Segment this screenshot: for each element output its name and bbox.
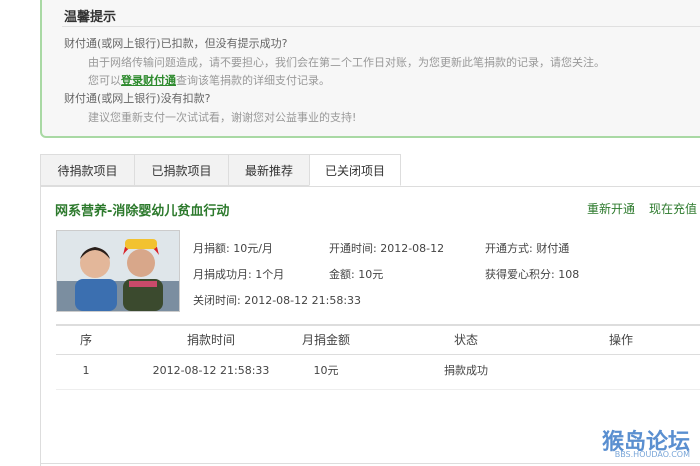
row-time: 2012-08-12 21:58:33 — [152, 364, 270, 377]
open-method: 开通方式: 财付通 — [485, 242, 570, 255]
header-time: 捐款时间 — [186, 333, 235, 347]
recharge-link[interactable]: 现在充值 — [649, 200, 697, 217]
login-tenpay-link[interactable]: 登录财付通 — [121, 74, 176, 87]
tip-answer-2-post: 查询该笔捐款的详细支付记录。 — [176, 74, 330, 87]
row-amount: 10元 — [313, 364, 339, 377]
tab-closed[interactable]: 已关闭项目 — [309, 154, 401, 186]
table-header: 序 捐款时间 月捐金额 状态 操作 — [56, 324, 700, 355]
success-months: 月捐成功月: 1个月 — [193, 268, 285, 281]
tip-box: 温馨提示 财付通(或网上银行)已扣款，但没有提示成功? 由于网络传输问题造成，请… — [40, 0, 700, 138]
table-row: 1 2012-08-12 21:58:33 10元 捐款成功 — [56, 353, 700, 390]
project-photo — [56, 230, 180, 312]
watermark-url: BBS.HOUDAO.COM — [614, 450, 690, 459]
tip-divider — [62, 26, 700, 27]
tip-title: 温馨提示 — [64, 10, 117, 25]
donation-amount: 金额: 10元 — [329, 268, 384, 281]
tip-answer-1: 由于网络传输问题造成，请不要担心，我们会在第二个工作日对账，为您更新此笔捐款的记… — [88, 56, 605, 69]
tip-answer-2-pre: 您可以 — [88, 74, 121, 87]
row-status: 捐款成功 — [444, 364, 488, 377]
header-no: 序 — [79, 333, 92, 347]
tip-answer-2: 您可以登录财付通查询该笔捐款的详细支付记录。 — [88, 72, 330, 88]
tab-pending[interactable]: 待捐款项目 — [40, 154, 135, 186]
project-title[interactable]: 网系营养-消除婴幼儿贫血行动 — [55, 200, 229, 219]
tip-question-2: 财付通(或网上银行)没有扣款? — [64, 92, 211, 105]
row-no: 1 — [82, 364, 90, 377]
monthly-amount: 月捐额: 10元/月 — [193, 242, 273, 255]
tab-bar: 待捐款项目 已捐款项目 最新推荐 已关闭项目 — [40, 154, 700, 187]
reopen-link[interactable]: 重新开通 — [587, 200, 635, 217]
love-points: 获得爱心积分: 108 — [485, 268, 580, 281]
header-status: 状态 — [453, 333, 478, 347]
header-op: 操作 — [608, 333, 633, 347]
tip-answer-3: 建议您重新支付一次试试看，谢谢您对公益事业的支持! — [88, 111, 357, 124]
tab-donated[interactable]: 已捐款项目 — [134, 154, 229, 186]
panel-bottom-divider — [41, 463, 700, 464]
tip-question-1: 财付通(或网上银行)已扣款，但没有提示成功? — [64, 37, 288, 50]
open-time: 开通时间: 2012-08-12 — [329, 242, 445, 255]
close-time: 关闭时间: 2012-08-12 21:58:33 — [193, 294, 362, 307]
header-amount: 月捐金额 — [301, 333, 350, 347]
tab-recommended[interactable]: 最新推荐 — [228, 154, 310, 186]
